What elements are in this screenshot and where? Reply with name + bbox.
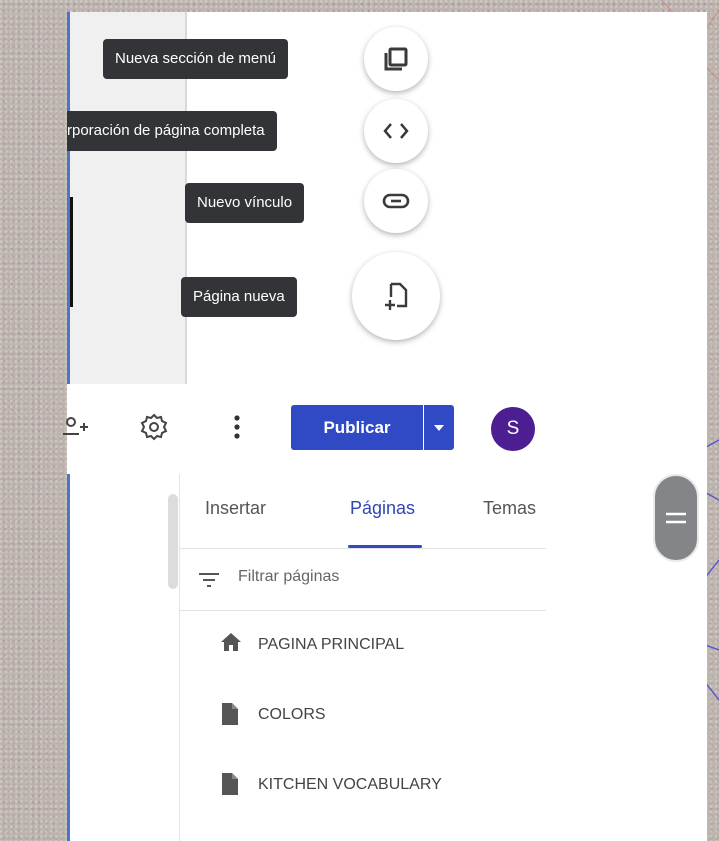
page-item-home[interactable]: PAGINA PRINCIPAL [180, 610, 546, 680]
tooltip-new-page: Página nueva [181, 277, 297, 317]
side-panel-tabs: Insertar Páginas Temas [180, 474, 546, 549]
publish-button[interactable]: Publicar [291, 405, 423, 450]
add-person-icon [63, 417, 88, 435]
new-menu-section-button[interactable] [364, 27, 428, 91]
tooltip-new-link: Nuevo vínculo [185, 183, 305, 223]
side-panel: Insertar Páginas Temas Filtrar páginas P… [179, 474, 546, 841]
filter-pages-row[interactable]: Filtrar páginas [180, 548, 546, 611]
page-icon [222, 703, 238, 725]
canvas-area [67, 474, 178, 841]
share-button[interactable] [61, 412, 93, 442]
tab-pages[interactable]: Páginas [350, 498, 415, 519]
fab-menu-panel: Nueva sección de menú rporación de págin… [67, 12, 707, 384]
dropdown-arrow-icon [434, 424, 444, 431]
page-item-label: COLORS [258, 706, 326, 723]
editor-panel: Publicar S Insertar Páginas Temas Filtra… [63, 384, 707, 841]
drag-handle[interactable] [653, 474, 699, 562]
home-icon [221, 633, 241, 651]
page-item-kitchen-vocabulary[interactable]: KITCHEN VOCABULARY [180, 750, 546, 820]
code-icon [383, 123, 409, 139]
more-options-button[interactable] [227, 410, 247, 444]
page-item-colors[interactable]: COLORS [180, 680, 546, 750]
menu-section-icon [384, 47, 408, 71]
new-page-button[interactable] [352, 252, 440, 340]
page-item-label: PAGINA PRINCIPAL [258, 636, 405, 653]
tooltip-menu-section: Nueva sección de menú [103, 39, 288, 79]
settings-button[interactable] [137, 410, 171, 444]
link-icon [382, 193, 410, 209]
page-icon [222, 773, 238, 795]
filter-pages-input[interactable]: Filtrar páginas [238, 568, 339, 586]
page-item-label: KITCHEN VOCABULARY [258, 776, 442, 793]
gear-icon [140, 413, 168, 441]
preview-dark-bar [70, 197, 73, 307]
filter-icon [199, 573, 219, 587]
publish-split-button: Publicar [291, 405, 454, 450]
tab-themes[interactable]: Temas [483, 498, 536, 519]
publish-options-button[interactable] [424, 405, 454, 450]
tooltip-full-page-embed: rporación de página completa [67, 111, 277, 151]
drag-handle-icon [666, 512, 686, 524]
new-link-button[interactable] [364, 169, 428, 233]
avatar[interactable]: S [491, 407, 535, 451]
full-page-embed-button[interactable] [364, 99, 428, 163]
more-vert-icon [234, 415, 240, 439]
new-page-icon [385, 282, 408, 310]
tab-insert[interactable]: Insertar [205, 498, 266, 519]
canvas-scrollbar[interactable] [168, 494, 178, 589]
